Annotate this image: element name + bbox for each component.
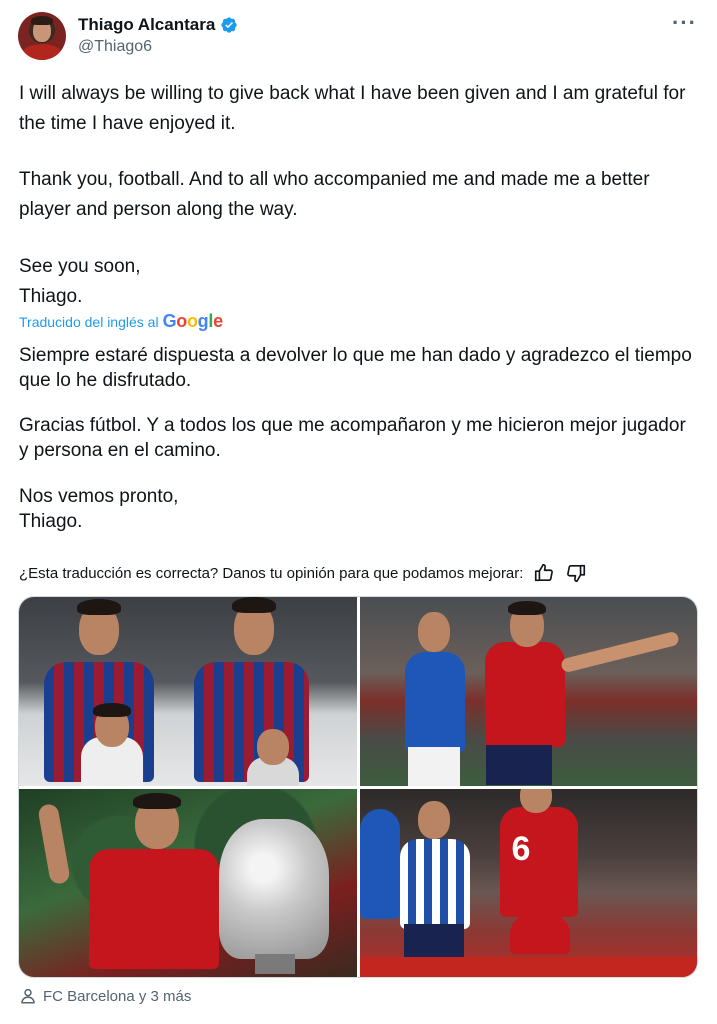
tagged-users[interactable]: FC Barcelona y 3 más [19, 987, 191, 1005]
translation-feedback: ¿Esta traducción es correcta? Danos tu o… [19, 562, 587, 584]
photo-barcelona-lineup[interactable] [19, 597, 357, 786]
media-grid: 6 [18, 596, 698, 978]
tweet: Thiago Alcantara @Thiago6 ··· I will alw… [0, 0, 717, 1024]
translation-paragraph-2: Gracias fútbol. Y a todos los que me aco… [19, 415, 686, 461]
thumbs-down-icon[interactable] [565, 562, 587, 584]
translation-paragraph-3: Nos vemos pronto, Thiago. [19, 486, 179, 532]
tweet-paragraph-3: See you soon, Thiago. [19, 256, 141, 307]
translation-attribution[interactable]: Traducido del inglés al Google [19, 311, 223, 332]
author-display-name[interactable]: Thiago Alcantara [78, 15, 215, 35]
tagged-text: FC Barcelona y 3 más [43, 987, 192, 1005]
tweet-paragraph-2: Thank you, football. And to all who acco… [19, 169, 650, 220]
feedback-prompt: ¿Esta traducción es correcta? Danos tu o… [19, 564, 524, 582]
author-name-row[interactable]: Thiago Alcantara [78, 14, 238, 36]
author-handle[interactable]: @Thiago6 [78, 38, 152, 56]
verified-badge-icon [221, 17, 237, 33]
translation-label: Traducido del inglés al [19, 314, 159, 330]
photo-liverpool-match[interactable]: 6 [359, 788, 697, 977]
tweet-paragraph-1: I will always be willing to give back wh… [19, 83, 686, 134]
photo-spain-celebration[interactable] [359, 597, 697, 786]
google-logo: Google [162, 311, 224, 331]
more-options-icon[interactable]: ··· [672, 10, 697, 36]
thumbs-up-icon[interactable] [533, 562, 555, 584]
person-icon [21, 988, 35, 1004]
author-avatar[interactable] [18, 12, 66, 60]
photo-bayern-trophy[interactable] [19, 788, 357, 977]
translation-paragraph-1: Siempre estaré dispuesta a devolver lo q… [19, 345, 692, 391]
